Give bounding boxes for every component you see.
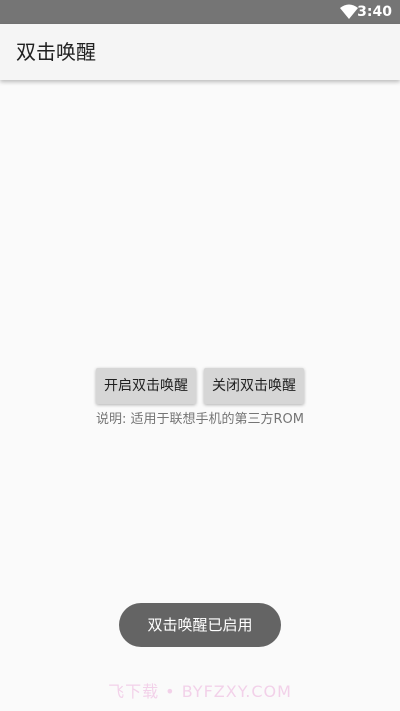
status-time: 3:40 [357, 4, 392, 20]
app-bar: 双击唤醒 [0, 24, 400, 80]
disable-double-tap-button[interactable]: 关闭双击唤醒 [204, 368, 304, 404]
description-text: 说明: 适用于联想手机的第三方ROM [96, 412, 304, 427]
watermark: 飞下载 • BYFZXY.COM [108, 682, 292, 701]
app-title: 双击唤醒 [16, 40, 96, 64]
wifi-icon [340, 4, 358, 19]
toast-message: 双击唤醒已启用 [119, 603, 281, 647]
enable-double-tap-button[interactable]: 开启双击唤醒 [96, 368, 196, 404]
status-bar: 3:40 [0, 0, 400, 24]
button-row: 开启双击唤醒 关闭双击唤醒 [0, 368, 400, 404]
